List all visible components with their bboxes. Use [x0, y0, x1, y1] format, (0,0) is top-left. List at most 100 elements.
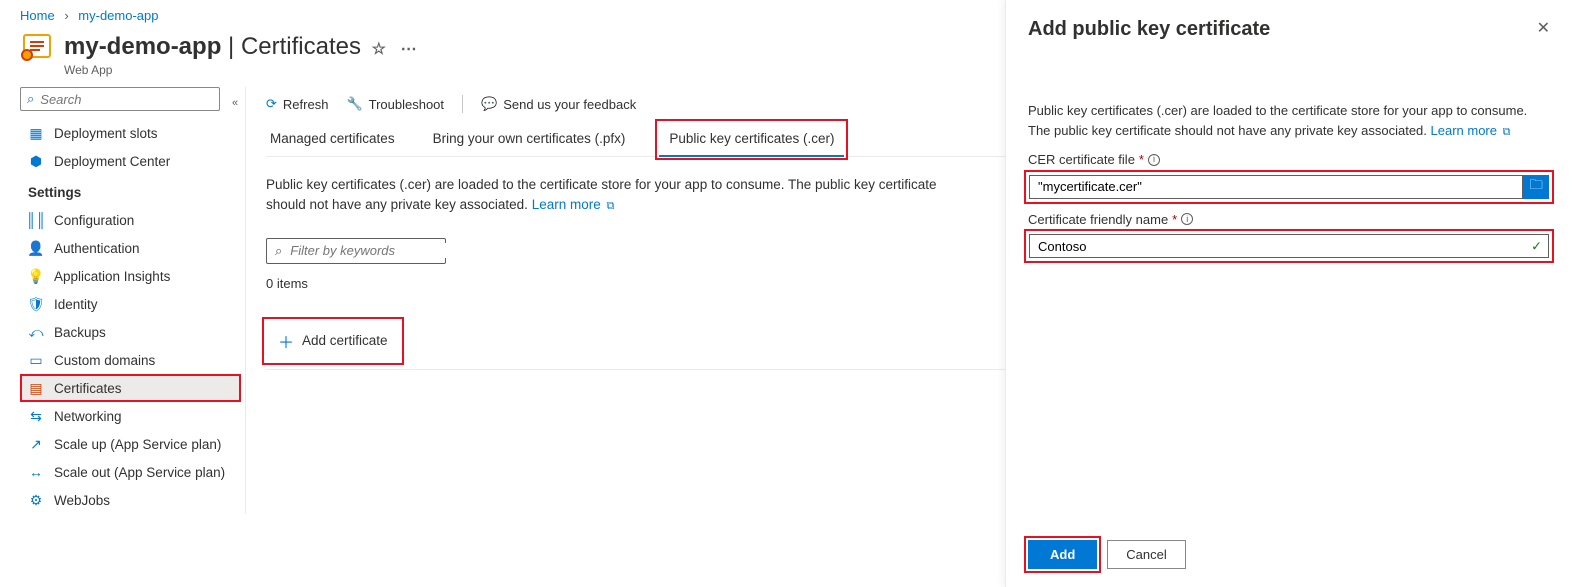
- sidebar-item-deployment-center[interactable]: ⬢ Deployment Center: [20, 147, 241, 175]
- refresh-icon: ⟳: [266, 96, 277, 112]
- troubleshoot-icon: 🔧: [346, 96, 362, 112]
- webjobs-icon: ⚙: [28, 492, 44, 508]
- file-field-row: 🗀: [1028, 174, 1550, 200]
- sidebar-item-label: Certificates: [54, 381, 122, 396]
- certificates-icon: ▤: [28, 380, 44, 396]
- tab-public-key-certificates[interactable]: Public key certificates (.cer): [659, 123, 844, 156]
- sidebar-item-application-insights[interactable]: 💡 Application Insights: [20, 262, 241, 290]
- toolbar-label: Send us your feedback: [503, 97, 636, 112]
- cer-file-input[interactable]: [1029, 175, 1523, 199]
- external-link-icon: ⧉: [607, 200, 615, 212]
- feedback-button[interactable]: 💬 Send us your feedback: [481, 96, 636, 112]
- sidebar-item-authentication[interactable]: 👤 Authentication: [20, 234, 241, 262]
- add-certificate-button[interactable]: ＋ Add certificate: [266, 321, 400, 361]
- sidebar-item-webjobs[interactable]: ⚙ WebJobs: [20, 486, 241, 514]
- sidebar-item-label: Authentication: [54, 241, 140, 256]
- configuration-icon: ║║: [28, 212, 44, 228]
- name-field-label: Certificate friendly name * i: [1028, 210, 1550, 230]
- sidebar-item-label: Networking: [54, 409, 122, 424]
- filter-input[interactable]: [290, 243, 468, 258]
- identity-icon: 🛡: [28, 296, 44, 312]
- troubleshoot-button[interactable]: 🔧 Troubleshoot: [346, 96, 444, 112]
- sidebar-item-label: Configuration: [54, 213, 134, 228]
- refresh-button[interactable]: ⟳ Refresh: [266, 96, 328, 112]
- sidebar-search[interactable]: ⌕: [20, 87, 220, 111]
- backups-icon: ⤺: [28, 324, 44, 340]
- checkmark-icon: ✓: [1531, 236, 1542, 256]
- sidebar-item-identity[interactable]: 🛡 Identity: [20, 290, 241, 318]
- friendly-name-input[interactable]: [1029, 234, 1549, 258]
- insights-icon: 💡: [28, 268, 44, 284]
- slots-icon: ▦: [28, 125, 44, 141]
- sidebar-item-label: Deployment Center: [54, 154, 170, 169]
- domains-icon: ▭: [28, 352, 44, 368]
- sidebar-item-label: Identity: [54, 297, 98, 312]
- sidebar-item-backups[interactable]: ⤺ Backups: [20, 318, 241, 346]
- required-indicator: *: [1172, 210, 1177, 230]
- sidebar-item-label: WebJobs: [54, 493, 110, 508]
- breadcrumb-app[interactable]: my-demo-app: [78, 8, 158, 23]
- certificate-icon: [20, 31, 52, 63]
- sidebar-item-networking[interactable]: ⇆ Networking: [20, 402, 241, 430]
- file-field-label: CER certificate file * i: [1028, 150, 1550, 170]
- sidebar-item-label: Deployment slots: [54, 126, 158, 141]
- deployment-center-icon: ⬢: [28, 153, 44, 169]
- networking-icon: ⇆: [28, 408, 44, 424]
- filter-search-icon: ⌕: [275, 243, 282, 259]
- info-icon[interactable]: i: [1181, 213, 1193, 225]
- learn-more-link[interactable]: Learn more ⧉: [532, 197, 615, 212]
- scale-out-icon: ↔: [28, 464, 44, 480]
- authentication-icon: 👤: [28, 240, 44, 256]
- toolbar-label: Troubleshoot: [369, 97, 444, 112]
- breadcrumb-home[interactable]: Home: [20, 8, 55, 23]
- page-title-app: my-demo-app: [64, 33, 221, 60]
- sidebar-item-scale-up[interactable]: ↗ Scale up (App Service plan): [20, 430, 241, 458]
- tab-description: Public key certificates (.cer) are loade…: [266, 157, 966, 224]
- page-title-section: Certificates: [241, 33, 361, 60]
- toolbar-divider: [462, 95, 463, 113]
- breadcrumb-separator: ›: [64, 8, 68, 23]
- sidebar-item-configuration[interactable]: ║║ Configuration: [20, 206, 241, 234]
- sidebar: ⌕ « ▦ Deployment slots ⬢ Deployment Cent…: [0, 87, 245, 514]
- folder-icon: 🗀: [1529, 176, 1542, 198]
- close-icon: ✕: [1537, 20, 1550, 37]
- name-field-row: ✓: [1028, 233, 1550, 259]
- required-indicator: *: [1139, 150, 1144, 170]
- more-menu-icon[interactable]: ⋯: [401, 41, 417, 58]
- sidebar-item-label: Custom domains: [54, 353, 155, 368]
- add-certificate-panel: Add public key certificate ✕ Public key …: [1005, 0, 1572, 587]
- sidebar-item-label: Backups: [54, 325, 106, 340]
- external-link-icon: ⧉: [1503, 126, 1511, 138]
- panel-title: Add public key certificate: [1028, 18, 1270, 41]
- add-button[interactable]: Add: [1028, 540, 1097, 569]
- toolbar-label: Refresh: [283, 97, 329, 112]
- filter-box[interactable]: ⌕: [266, 238, 446, 264]
- cancel-button[interactable]: Cancel: [1107, 540, 1185, 569]
- search-icon: ⌕: [27, 91, 34, 107]
- sidebar-item-label: Scale out (App Service plan): [54, 465, 225, 480]
- sidebar-item-deployment-slots[interactable]: ▦ Deployment slots: [20, 119, 241, 147]
- browse-file-button[interactable]: 🗀: [1523, 175, 1549, 199]
- panel-learn-more-link[interactable]: Learn more ⧉: [1431, 123, 1511, 138]
- panel-header: Add public key certificate ✕: [1028, 18, 1550, 41]
- sidebar-item-certificates[interactable]: ▤ Certificates: [20, 374, 241, 402]
- panel-footer: Add Cancel: [1028, 520, 1550, 569]
- sidebar-item-label: Application Insights: [54, 269, 170, 284]
- add-certificate-label: Add certificate: [302, 333, 388, 348]
- sidebar-collapse-icon[interactable]: «: [232, 97, 238, 109]
- tab-managed-certificates[interactable]: Managed certificates: [266, 123, 399, 156]
- sidebar-search-input[interactable]: [40, 92, 218, 107]
- panel-body: Public key certificates (.cer) are loade…: [1028, 101, 1550, 259]
- tab-bring-your-own[interactable]: Bring your own certificates (.pfx): [429, 123, 630, 156]
- panel-close-button[interactable]: ✕: [1537, 18, 1550, 38]
- sidebar-section-settings: Settings: [20, 175, 241, 206]
- feedback-icon: 💬: [481, 96, 497, 112]
- plus-icon: ＋: [278, 329, 294, 353]
- sidebar-item-label: Scale up (App Service plan): [54, 437, 221, 452]
- favorite-star-icon[interactable]: ☆: [372, 41, 386, 58]
- page-title: my-demo-app | Certificates ☆ ⋯: [64, 33, 417, 61]
- scale-up-icon: ↗: [28, 436, 44, 452]
- info-icon[interactable]: i: [1148, 154, 1160, 166]
- sidebar-item-custom-domains[interactable]: ▭ Custom domains: [20, 346, 241, 374]
- sidebar-item-scale-out[interactable]: ↔ Scale out (App Service plan): [20, 458, 241, 486]
